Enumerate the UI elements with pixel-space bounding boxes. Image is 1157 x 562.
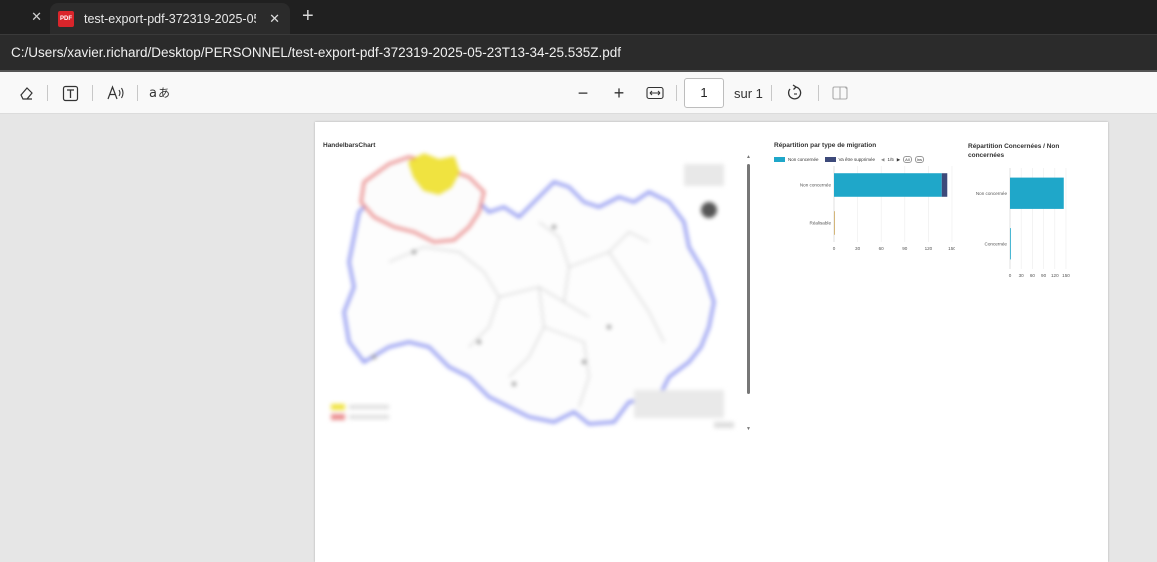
x-tick-label: 60 [879,246,885,251]
chart1-title: Répartition par type de migration [774,142,877,149]
read-aloud-icon[interactable] [105,82,127,104]
translate-icon[interactable]: aあ [148,82,172,104]
scroll-up-arrow[interactable]: ▲ [746,154,751,160]
x-tick-label: 0 [1009,273,1012,278]
fit-width-icon[interactable] [644,82,666,104]
chart1-svg: 0 30 60 90 120 150 Non concernée Réalisable [800,166,955,251]
legend-swatch [774,157,785,162]
scroll-down-arrow[interactable]: ▼ [746,426,751,432]
pdf-page: HandelbarsChart ▲ ▼ Répartition par type… [315,122,1108,562]
toolbar-divider [676,85,677,101]
bar [1010,177,1064,209]
bar [834,211,835,235]
x-tick-label: 150 [948,246,955,251]
page-total-label: sur 1 [734,86,763,101]
text-box-icon[interactable] [59,82,81,104]
tab-close-button[interactable]: ✕ [269,11,280,27]
y-tick-label: Non concernée [800,183,832,188]
legend-ins-button[interactable]: Ins [914,156,924,163]
toolbar-divider [92,85,93,101]
tab-bar: ✕ PDF test-export-pdf-372319-2025-05-23T… [0,0,1157,34]
active-tab[interactable]: PDF test-export-pdf-372319-2025-05-23T13… [50,3,290,34]
address-bar[interactable]: C:/Users/xavier.richard/Desktop/PERSONNE… [0,34,1157,72]
svg-text:a: a [149,86,157,101]
legend-label[interactable]: Va être supprimée [839,157,875,162]
svg-text:あ: あ [158,86,170,100]
chart2-svg: 0 30 60 90 120 150 Non concernée Concernée [976,168,1070,278]
two-page-icon [829,82,851,104]
bar [941,173,948,197]
bar [1010,228,1011,260]
chart1-legend: Non concernée Va être supprimée ◀ 1/5 ▶ … [774,156,924,163]
pdf-icon: PDF [58,10,74,27]
x-tick-label: 120 [925,246,933,251]
x-tick-label: 0 [833,246,836,251]
x-tick-label: 150 [1062,273,1070,278]
map-scrollbar[interactable]: ▲ ▼ [746,154,751,434]
chart2-title: Répartition Concernées / Non concernées [968,143,1060,159]
x-tick-label: 30 [1019,273,1025,278]
x-tick-label: 90 [1041,273,1047,278]
region-map [331,153,734,428]
x-tick-label: 60 [1030,273,1036,278]
tab-title: test-export-pdf-372319-2025-05-23T13-34-… [84,11,256,26]
y-tick-label: Concernée [985,241,1008,246]
toolbar-divider [818,85,819,101]
y-tick-label: Réalisable [810,221,832,226]
zoom-in-icon: + [613,82,625,103]
toolbar-divider [771,85,772,101]
bar [834,173,942,197]
new-tab-button[interactable]: + [302,5,314,28]
zoom-out-button[interactable]: − [572,82,594,104]
erase-icon[interactable] [15,82,37,104]
x-tick-label: 120 [1051,273,1059,278]
x-tick-label: 30 [855,246,861,251]
map-title: HandelbarsChart [323,142,376,149]
scroll-thumb[interactable] [747,164,750,394]
toolbar-divider [47,85,48,101]
legend-swatch [824,157,836,162]
page-number-input[interactable]: 1 [684,78,724,108]
legend-next-icon[interactable]: ▶ [897,157,900,163]
previous-tab-close-button[interactable]: ✕ [0,0,50,34]
legend-pager: 1/5 [887,157,894,162]
x-tick-label: 90 [902,246,908,251]
legend-prev-icon[interactable]: ◀ [881,157,884,163]
legend-all-button[interactable]: All [903,156,912,163]
file-path: C:/Users/xavier.richard/Desktop/PERSONNE… [11,45,622,60]
y-tick-label: Non concernée [976,191,1008,196]
pdf-viewer[interactable]: HandelbarsChart ▲ ▼ Répartition par type… [0,115,1157,562]
zoom-out-icon: − [577,82,589,103]
toolbar-divider [137,85,138,101]
pdf-toolbar: aあ − + 1 sur 1 [0,72,1157,114]
zoom-in-button[interactable]: + [608,82,630,104]
legend-label[interactable]: Non concernée [788,157,819,162]
rotate-icon[interactable] [784,82,806,104]
